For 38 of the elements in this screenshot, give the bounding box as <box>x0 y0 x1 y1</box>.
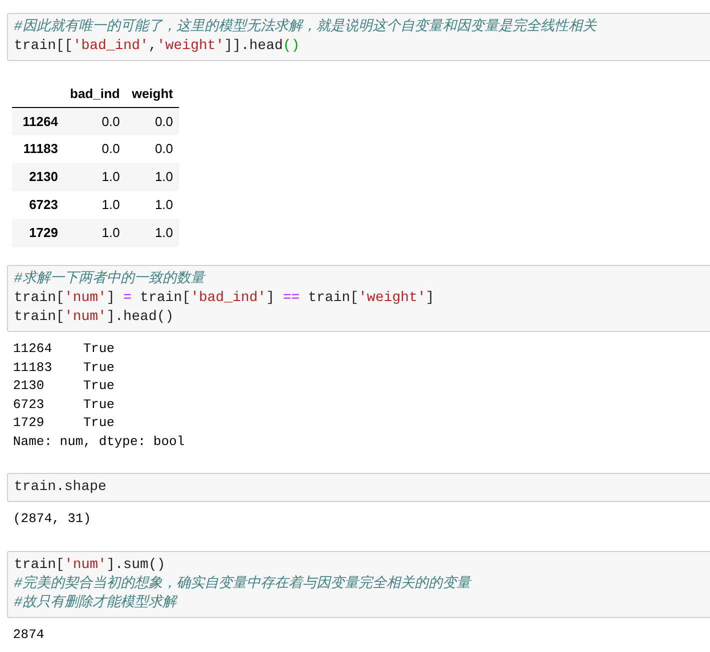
code-line: train['num'] = train['bad_ind'] == train['weight'] <box>14 289 434 308</box>
output-line: 11264 True <box>13 340 114 358</box>
code-cell[interactable]: train.shape <box>7 473 710 502</box>
code-cell[interactable]: #求解一下两者中的一致的数量 train['num'] = train['bad_ind'] == train['weight'] train['num'].head() <box>7 265 710 332</box>
table-cell: 1.0 <box>126 191 180 219</box>
column-header: bad_ind <box>64 81 126 107</box>
table-cell: 1.0 <box>126 163 180 191</box>
code-cell[interactable]: #因此就有唯一的可能了，这里的模型无法求解，就是说明这个自变量和因变量是完全线性相关 train[['bad_ind','weight']].head() <box>7 13 710 61</box>
table-cell: 0.0 <box>64 107 126 135</box>
table-cell: 0.0 <box>64 135 126 163</box>
table-cell: 1.0 <box>126 219 180 247</box>
code-line: train['num'].head() <box>14 308 174 327</box>
code-cell[interactable]: train['num'].sum() #完美的契合当初的想象，确实自变量中存在着与因变量完全相关的的变量 #故只有删除才能模型求解 <box>7 550 710 618</box>
code-line: train.shape <box>14 478 106 497</box>
row-index: 2130 <box>12 163 64 191</box>
row-index: 11183 <box>12 135 64 163</box>
table-cell: 1.0 <box>64 163 126 191</box>
output-line: 1729 True <box>13 414 114 432</box>
table-cell: 0.0 <box>126 107 180 135</box>
table-cell: 0.0 <box>126 135 180 163</box>
output-line: 2874 <box>13 626 44 644</box>
table-cell: 1.0 <box>64 191 126 219</box>
row-index: 6723 <box>12 191 64 219</box>
row-index: 1729 <box>12 219 64 247</box>
output-line: 2130 True <box>13 377 114 395</box>
output-line: Name: num, dtype: bool <box>13 432 185 450</box>
output-line: (2874, 31) <box>13 510 92 528</box>
code-comment: #完美的契合当初的想象，确实自变量中存在着与因变量完全相关的的变量 <box>14 574 470 594</box>
table-cell: 1.0 <box>64 219 126 247</box>
output-line: 6723 True <box>13 396 114 414</box>
row-index: 11264 <box>12 107 64 135</box>
code-line: train['num'].sum() <box>14 556 166 574</box>
code-comment: #求解一下两者中的一致的数量 <box>14 270 204 289</box>
column-header: weight <box>126 81 180 107</box>
code-comment: #因此就有唯一的可能了，这里的模型无法求解，就是说明这个自变量和因变量是完全线性相关 <box>14 18 596 37</box>
code-line: train[['bad_ind','weight']].head() <box>14 37 300 56</box>
output-line: 11183 True <box>13 358 114 376</box>
code-comment: #故只有删除才能模型求解 <box>14 594 176 612</box>
